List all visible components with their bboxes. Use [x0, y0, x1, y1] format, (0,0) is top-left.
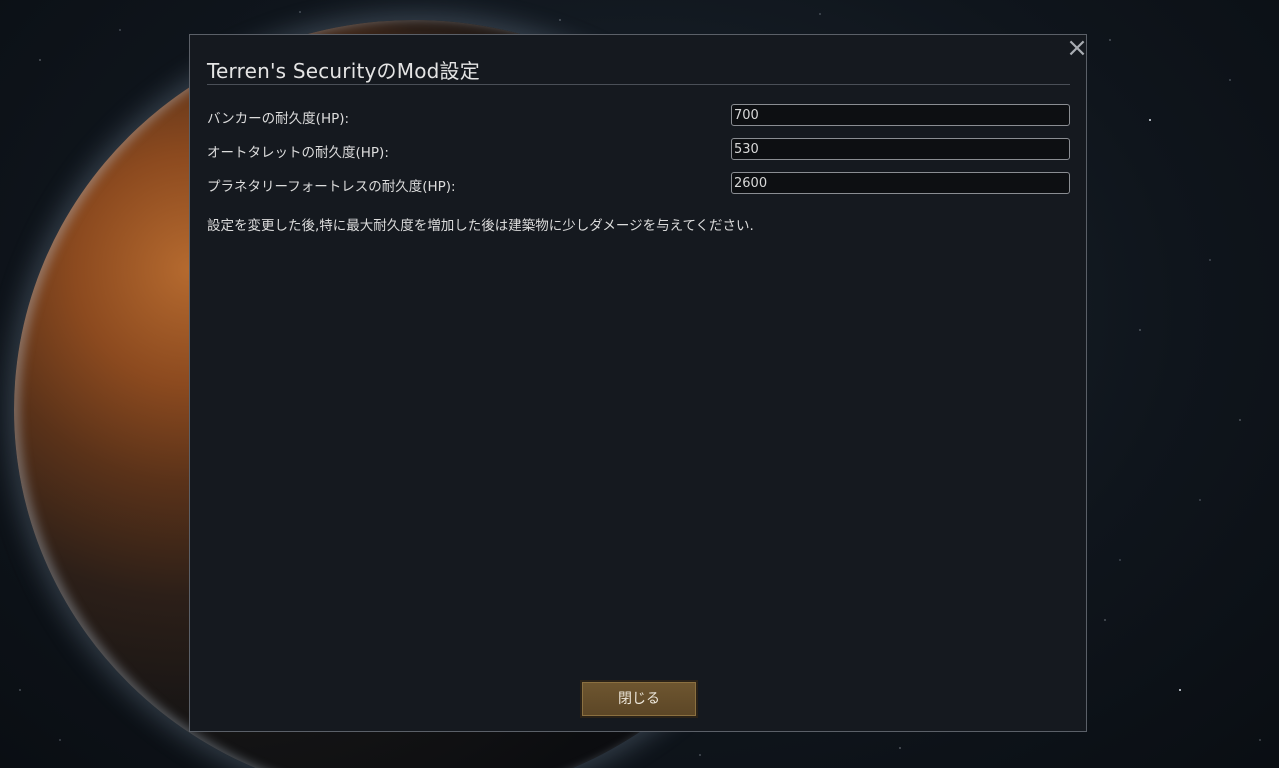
auto-turret-hp-input[interactable] [731, 138, 1070, 160]
planetary-fortress-hp-label: プラネタリーフォートレスの耐久度(HP): [207, 179, 456, 195]
close-icon[interactable]: × [1065, 35, 1089, 61]
bunker-hp-row: バンカーの耐久度(HP): [207, 104, 1071, 128]
bunker-hp-label: バンカーの耐久度(HP): [207, 111, 350, 127]
auto-turret-hp-label: オートタレットの耐久度(HP): [207, 145, 389, 161]
settings-note: 設定を変更した後,特に最大耐久度を増加した後は建築物に少しダメージを与えてくださ… [207, 218, 754, 234]
dialog-title: Terren's SecurityのMod設定 [207, 59, 480, 83]
auto-turret-hp-row: オートタレットの耐久度(HP): [207, 138, 1071, 162]
planetary-fortress-hp-row: プラネタリーフォートレスの耐久度(HP): [207, 172, 1071, 196]
title-divider [207, 84, 1070, 85]
mod-settings-dialog: Terren's SecurityのMod設定 × バンカーの耐久度(HP): … [189, 34, 1089, 732]
close-button[interactable]: 閉じる [580, 680, 698, 718]
game-background: Terren's SecurityのMod設定 × バンカーの耐久度(HP): … [0, 0, 1279, 768]
planetary-fortress-hp-input[interactable] [731, 172, 1070, 194]
bunker-hp-input[interactable] [731, 104, 1070, 126]
